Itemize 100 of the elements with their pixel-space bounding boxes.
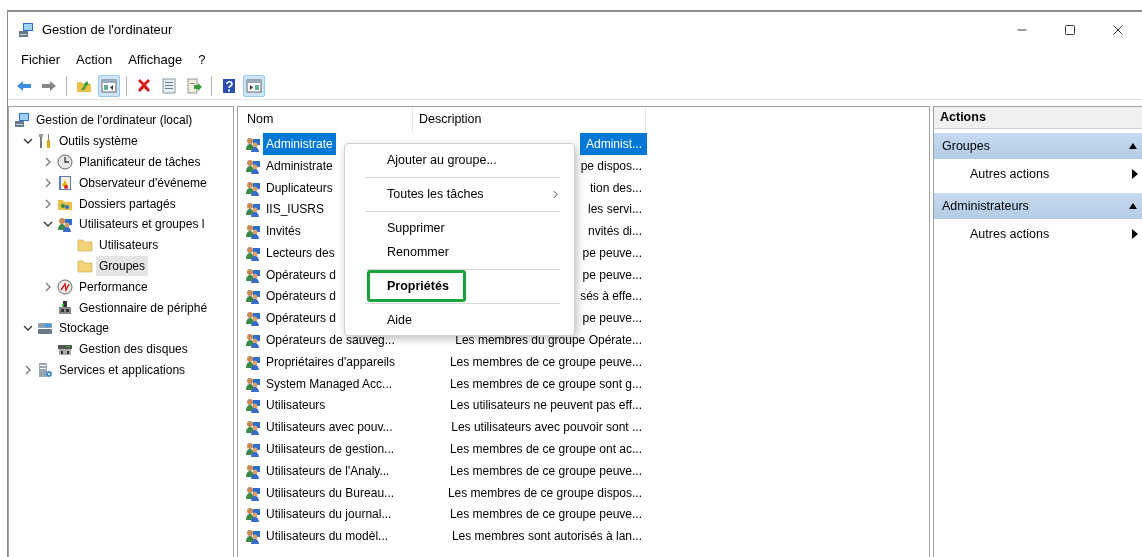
group-name[interactable]: Utilisateurs bbox=[263, 394, 329, 417]
users-icon bbox=[57, 216, 73, 233]
group-icon bbox=[245, 506, 261, 523]
tree-item[interactable]: Gestion des disques bbox=[76, 339, 191, 360]
folder-icon bbox=[77, 257, 93, 274]
tree-item[interactable]: Gestionnaire de périphé bbox=[76, 297, 211, 318]
menu-item[interactable]: Aide bbox=[345, 308, 574, 332]
group-name[interactable]: Utilisateurs du Bureau... bbox=[263, 481, 398, 504]
tree-item[interactable]: Planificateur de tâches bbox=[76, 152, 204, 172]
group-name[interactable]: Administrate bbox=[263, 154, 336, 177]
expand-chevron-icon[interactable] bbox=[43, 177, 53, 188]
section-header[interactable]: Groupes bbox=[934, 133, 1142, 159]
menu-item[interactable]: Supprimer bbox=[345, 216, 574, 240]
group-name[interactable]: Opérateurs d bbox=[263, 263, 340, 286]
storage-icon bbox=[37, 320, 53, 337]
computer-icon bbox=[18, 22, 34, 38]
close-icon bbox=[1112, 24, 1124, 36]
menu-item[interactable]: Ajouter au groupe... bbox=[345, 148, 574, 172]
group-name[interactable]: Opérateurs d bbox=[263, 307, 340, 330]
properties-icon bbox=[161, 77, 177, 94]
group-name[interactable]: Utilisateurs de gestion... bbox=[263, 438, 398, 461]
section-header[interactable]: Administrateurs bbox=[934, 193, 1142, 219]
help-icon bbox=[221, 77, 237, 94]
group-name[interactable]: IIS_IUSRS bbox=[263, 198, 328, 221]
group-name[interactable]: Opérateurs de sauveg... bbox=[263, 329, 398, 352]
group-icon bbox=[245, 266, 261, 283]
device-icon bbox=[57, 299, 73, 316]
group-name[interactable]: Opérateurs d bbox=[263, 285, 340, 308]
tree-item[interactable]: Utilisateurs et groupes l bbox=[76, 214, 208, 235]
export-icon bbox=[186, 77, 202, 94]
table-cell-text: Les membres de ce groupe dispos... bbox=[446, 484, 643, 502]
group-icon bbox=[245, 397, 261, 414]
group-icon bbox=[245, 157, 261, 174]
group-icon bbox=[245, 484, 261, 501]
tree-item[interactable]: Services et applications bbox=[56, 359, 189, 380]
table-cell-text: Les membres de ce groupe ont ac... bbox=[448, 441, 643, 459]
toolbar-button[interactable] bbox=[243, 74, 265, 97]
menu-item[interactable]: Renommer bbox=[345, 240, 574, 264]
group-name[interactable]: Utilisateurs avec pouv... bbox=[263, 416, 396, 439]
menu-item[interactable]: Fichier bbox=[13, 48, 68, 72]
gauge-icon bbox=[57, 278, 73, 295]
group-icon bbox=[245, 201, 261, 218]
pane-toggle-icon bbox=[246, 77, 262, 94]
expand-chevron-icon[interactable] bbox=[43, 157, 53, 167]
tree-item[interactable]: Gestion de l'ordinateur (local) bbox=[33, 110, 196, 131]
tree-item[interactable]: Groupes bbox=[96, 255, 149, 276]
tree-item[interactable]: Outils système bbox=[56, 131, 141, 152]
table-cell-text: pe peuve... bbox=[581, 266, 643, 284]
tools-icon bbox=[37, 133, 53, 150]
group-name[interactable]: Lecteurs des bbox=[263, 241, 338, 264]
group-name[interactable]: Utilisateurs du journal... bbox=[263, 503, 395, 526]
column-header[interactable]: Description bbox=[413, 107, 646, 132]
pane-toggle-icon bbox=[101, 77, 117, 94]
action-link[interactable]: Autres actions bbox=[934, 159, 1142, 189]
group-name[interactable]: Duplicateurs bbox=[263, 176, 336, 199]
expand-chevron-icon[interactable] bbox=[43, 198, 53, 209]
group-name[interactable]: System Managed Acc... bbox=[263, 372, 396, 395]
clock-icon bbox=[57, 154, 73, 170]
group-icon bbox=[245, 244, 261, 261]
table-cell-text: pe peuve... bbox=[581, 310, 643, 328]
tree-item[interactable]: Observateur d'événeme bbox=[76, 172, 210, 193]
menu-item[interactable]: Affichage bbox=[120, 48, 191, 72]
table-cell-text: Les membres de ce groupe peuve... bbox=[448, 462, 643, 480]
group-name[interactable]: Propriétaires d'appareils bbox=[263, 350, 399, 373]
menu-item[interactable]: Toutes les tâches bbox=[345, 182, 574, 206]
group-icon bbox=[245, 135, 261, 152]
services-icon bbox=[37, 361, 53, 378]
group-name[interactable]: Administrate bbox=[263, 132, 336, 155]
group-icon bbox=[245, 179, 261, 196]
table-cell-text: Les membres du groupe Opérate... bbox=[454, 332, 643, 350]
table-cell-text: tion des... bbox=[588, 179, 643, 197]
group-name[interactable]: Utilisateurs du modèl... bbox=[263, 525, 392, 548]
menu-item[interactable]: ? bbox=[190, 48, 214, 72]
action-link[interactable]: Autres actions bbox=[934, 219, 1142, 249]
toolbar-button[interactable] bbox=[98, 74, 120, 97]
expand-chevron-icon[interactable] bbox=[43, 281, 53, 292]
column-header[interactable]: Nom bbox=[238, 107, 413, 132]
group-icon bbox=[245, 332, 261, 349]
folder-icon bbox=[77, 237, 93, 254]
submenu-chevron-icon bbox=[551, 189, 560, 199]
submenu-arrow-icon bbox=[1131, 229, 1138, 240]
group-icon bbox=[245, 528, 261, 545]
table-cell-text: Les utilisateurs avec pouvoir sont ... bbox=[450, 419, 643, 437]
menu-item[interactable]: Action bbox=[68, 48, 121, 72]
group-icon bbox=[245, 419, 261, 436]
expand-chevron-icon[interactable] bbox=[23, 364, 33, 375]
collapse-arrow-icon[interactable] bbox=[1128, 142, 1138, 151]
group-name[interactable]: Invités bbox=[263, 220, 304, 243]
tree-item[interactable]: Utilisateurs bbox=[96, 235, 162, 256]
tree-item[interactable]: Stockage bbox=[56, 318, 113, 339]
table-cell-text: pe peuve... bbox=[581, 244, 643, 262]
table-cell-text: Les utilisateurs ne peuvent pas eff... bbox=[449, 397, 643, 415]
group-name[interactable]: Utilisateurs de l'Analy... bbox=[263, 459, 393, 482]
tree-item[interactable]: Dossiers partagés bbox=[76, 193, 179, 214]
window-title: Gestion de l'ordinateur bbox=[42, 21, 173, 40]
tree-item[interactable]: Performance bbox=[76, 276, 151, 297]
group-icon bbox=[245, 353, 261, 370]
computer-icon bbox=[14, 112, 30, 129]
collapse-arrow-icon[interactable] bbox=[1128, 202, 1138, 211]
pane-header: Actions bbox=[934, 107, 1142, 129]
